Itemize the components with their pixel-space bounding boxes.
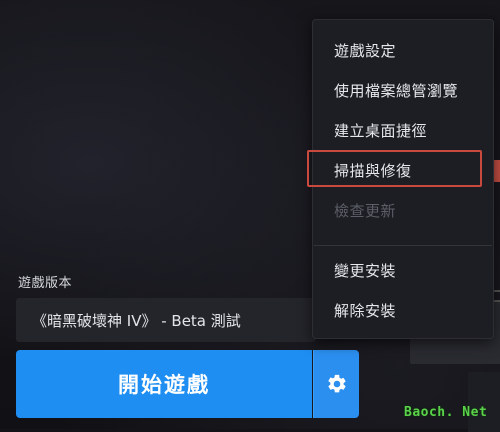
settings-button[interactable] (313, 350, 359, 418)
game-version-value: 《暗黑破壞神 IV》 - Beta 測試 (32, 311, 241, 330)
watermark: Baoch. Net (404, 405, 488, 420)
play-button[interactable]: 開始遊戲 (16, 350, 312, 418)
play-button-label: 開始遊戲 (118, 373, 210, 397)
gear-icon (326, 373, 348, 395)
menu-item-show-in-explorer[interactable]: 使用檔案總管瀏覽 (334, 80, 458, 101)
game-version-select[interactable]: 《暗黑破壞神 IV》 - Beta 測試 (16, 298, 316, 342)
side-mark (494, 290, 500, 302)
menu-item-check-updates: 檢查更新 (334, 202, 397, 220)
menu-item-game-settings[interactable]: 遊戲設定 (334, 40, 396, 61)
menu-item-uninstall[interactable]: 解除安裝 (334, 300, 396, 321)
side-accent (493, 160, 500, 182)
highlight-annotation (307, 150, 482, 187)
game-version-label: 遊戲版本 (18, 276, 73, 291)
menu-item-create-shortcut[interactable]: 建立桌面捷徑 (334, 120, 427, 141)
background-panel (468, 372, 500, 432)
menu-divider (314, 245, 492, 246)
menu-item-modify-install[interactable]: 變更安裝 (334, 260, 396, 281)
